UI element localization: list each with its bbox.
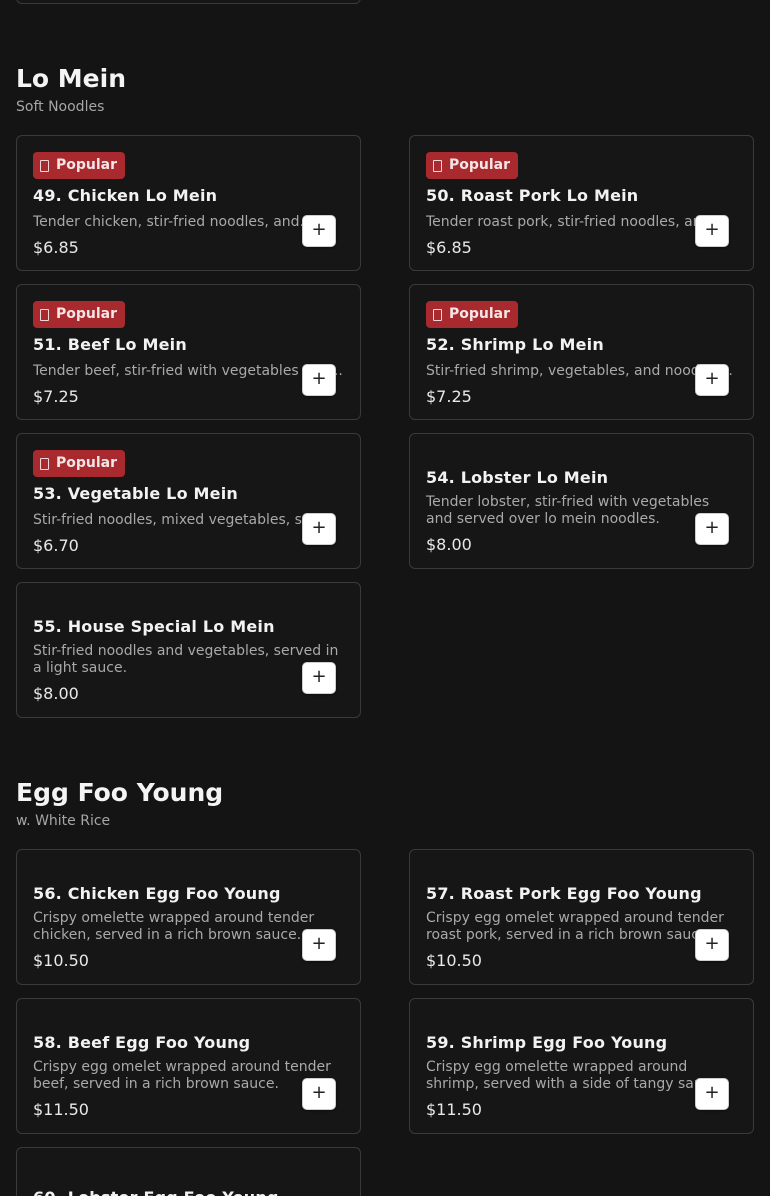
section-subtitle-egg-foo-young: w. White Rice [16, 813, 111, 829]
menu-item-price: $8.00 [33, 684, 79, 703]
popular-badge: Popular [426, 152, 519, 179]
add-to-cart-button[interactable]: + [302, 364, 336, 396]
add-to-cart-button[interactable]: + [302, 513, 336, 545]
menu-item-description: Stir-fried noodles and vegetables, serve… [33, 643, 339, 676]
menu-item-description: Crispy egg omelet wrapped around tender … [426, 910, 724, 943]
popular-badge: Popular [33, 152, 126, 179]
menu-item-price: $10.50 [426, 951, 482, 970]
add-to-cart-button[interactable]: + [302, 215, 336, 247]
menu-item-card[interactable]: 59. Shrimp Egg Foo Young Crispy egg omel… [409, 998, 754, 1134]
add-to-cart-button[interactable]: + [695, 364, 729, 396]
fire-icon [433, 159, 442, 172]
menu-item-price: $6.85 [426, 238, 472, 257]
add-to-cart-button[interactable]: + [695, 215, 729, 247]
menu-item-name: 60. Lobster Egg Foo Young [33, 1188, 279, 1196]
fire-icon [40, 308, 49, 321]
menu-item-card[interactable]: Popular 49. Chicken Lo Mein Tender chick… [16, 135, 361, 271]
menu-item-name: 54. Lobster Lo Mein [426, 468, 609, 487]
menu-item-description: Tender roast pork, stir-fried noodles, a… [426, 214, 724, 230]
menu-item-description: Stir-fried shrimp, vegetables, and noodl… [426, 363, 733, 379]
menu-item-price: $11.50 [33, 1100, 89, 1119]
fire-icon [40, 457, 49, 470]
menu-item-name: 55. House Special Lo Mein [33, 617, 275, 636]
fire-icon [40, 159, 49, 172]
menu-item-price: $11.50 [426, 1100, 482, 1119]
fire-icon [433, 308, 442, 321]
menu-item-description: Crispy egg omelette wrapped around shrim… [426, 1059, 724, 1092]
menu-item-name: 51. Beef Lo Mein [33, 335, 187, 354]
menu-item-description: Tender beef, stir-fried with vegetables … [33, 363, 343, 379]
menu-item-description: Tender lobster, stir-fried with vegetabl… [426, 494, 710, 527]
menu-item-card[interactable]: 58. Beef Egg Foo Young Crispy egg omelet… [16, 998, 361, 1134]
add-to-cart-button[interactable]: + [695, 513, 729, 545]
add-to-cart-button[interactable]: + [695, 1078, 729, 1110]
menu-item-description: Crispy omelette wrapped around tender ch… [33, 910, 315, 943]
menu-item-card-previous[interactable] [16, 0, 361, 4]
menu-item-card[interactable]: Popular 50. Roast Pork Lo Mein Tender ro… [409, 135, 754, 271]
menu-item-card[interactable]: 56. Chicken Egg Foo Young Crispy omelett… [16, 849, 361, 985]
menu-item-price: $6.70 [33, 536, 79, 555]
menu-item-card[interactable]: 57. Roast Pork Egg Foo Young Crispy egg … [409, 849, 754, 985]
menu-item-card[interactable]: 54. Lobster Lo Mein Tender lobster, stir… [409, 433, 754, 569]
menu-item-name: 50. Roast Pork Lo Mein [426, 186, 639, 205]
section-subtitle-lo-mein: Soft Noodles [16, 99, 105, 115]
menu-item-price: $6.85 [33, 238, 79, 257]
menu-item-card[interactable]: Popular 53. Vegetable Lo Mein Stir-fried… [16, 433, 361, 569]
menu-item-description: Crispy egg omelet wrapped around tender … [33, 1059, 331, 1092]
menu-item-name: 57. Roast Pork Egg Foo Young [426, 884, 702, 903]
menu-item-name: 56. Chicken Egg Foo Young [33, 884, 281, 903]
menu-page: Lo Mein Soft Noodles Popular 49. Chicken… [0, 0, 770, 1196]
menu-item-price: $7.25 [426, 387, 472, 406]
menu-item-card[interactable]: Popular 51. Beef Lo Mein Tender beef, st… [16, 284, 361, 420]
add-to-cart-button[interactable]: + [302, 929, 336, 961]
menu-item-price: $7.25 [33, 387, 79, 406]
menu-item-name: 52. Shrimp Lo Mein [426, 335, 604, 354]
popular-badge: Popular [33, 450, 126, 477]
menu-item-description: Tender chicken, stir-fried noodles, and.… [33, 214, 313, 230]
add-to-cart-button[interactable]: + [695, 929, 729, 961]
menu-item-card[interactable]: 55. House Special Lo Mein Stir-fried noo… [16, 582, 361, 718]
menu-item-name: 49. Chicken Lo Mein [33, 186, 218, 205]
section-title-egg-foo-young: Egg Foo Young [16, 778, 224, 807]
menu-item-name: 53. Vegetable Lo Mein [33, 484, 238, 503]
add-to-cart-button[interactable]: + [302, 662, 336, 694]
add-to-cart-button[interactable]: + [302, 1078, 336, 1110]
menu-item-card[interactable]: Popular 52. Shrimp Lo Mein Stir-fried sh… [409, 284, 754, 420]
menu-item-price: $10.50 [33, 951, 89, 970]
menu-item-price: $8.00 [426, 535, 472, 554]
popular-badge: Popular [33, 301, 126, 328]
popular-badge: Popular [426, 301, 519, 328]
menu-item-card[interactable]: 60. Lobster Egg Foo Young [16, 1147, 361, 1196]
menu-item-description: Stir-fried noodles, mixed vegetables, so… [33, 512, 331, 528]
menu-item-name: 59. Shrimp Egg Foo Young [426, 1033, 668, 1052]
menu-item-name: 58. Beef Egg Foo Young [33, 1033, 251, 1052]
section-title-lo-mein: Lo Mein [16, 64, 127, 93]
